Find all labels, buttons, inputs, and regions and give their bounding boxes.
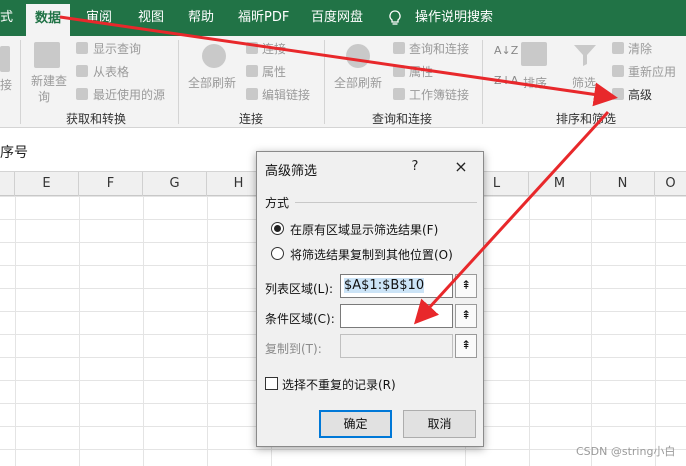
sort-dialog-icon — [521, 42, 547, 66]
group-separator — [20, 40, 21, 124]
connections-button[interactable]: 连接 — [262, 40, 286, 57]
queries-connections-icon — [393, 42, 405, 54]
gridline — [207, 196, 208, 466]
group-label-queries: 查询和连接 — [372, 112, 433, 126]
gridline — [529, 196, 530, 466]
properties-icon — [393, 65, 405, 77]
clear-filter-icon — [612, 42, 624, 54]
column-header-n[interactable]: N — [591, 172, 655, 196]
group-label-connections: 连接 — [239, 112, 264, 126]
sort-button[interactable]: 排序 — [523, 74, 547, 91]
advanced-filter-dialog: 高级筛选 ? × 方式 在原有区域显示筛选结果(F) 将筛选结果复制到其他位置(… — [256, 151, 484, 447]
radio-selected-dot — [274, 225, 281, 232]
connections-icon — [246, 42, 258, 54]
tab-review[interactable]: 审阅 — [86, 0, 112, 36]
section-divider — [295, 202, 477, 203]
gridline — [655, 196, 656, 466]
group-separator — [482, 40, 483, 124]
new-query-button[interactable]: 新建查 — [31, 72, 67, 89]
clear-button[interactable]: 清除 — [628, 40, 652, 57]
group-separator — [178, 40, 179, 124]
watermark: CSDN @string小白 — [576, 445, 676, 458]
column-header-o[interactable]: O — [655, 172, 686, 196]
gridline — [591, 196, 592, 466]
new-query-button-line2[interactable]: 询 — [38, 88, 50, 105]
unique-records-checkbox[interactable] — [265, 377, 278, 390]
copy-to-collapse-button[interactable]: ⇞ — [455, 334, 477, 358]
refresh-all-icon — [202, 44, 226, 68]
edit-links-icon — [246, 88, 258, 100]
query-properties-button[interactable]: 属性 — [409, 63, 433, 80]
workbook-links-icon — [393, 88, 405, 100]
column-header-g[interactable]: G — [143, 172, 207, 196]
tab-data[interactable]: 数据 — [26, 4, 71, 36]
partial-button-label[interactable]: 接 — [0, 76, 12, 93]
reapply-icon — [612, 65, 624, 77]
advanced-button[interactable]: 高级 — [628, 86, 652, 103]
new-query-icon — [34, 42, 60, 68]
refresh-all-icon — [346, 44, 370, 68]
formula-bar-content[interactable]: 序号 — [0, 142, 28, 162]
dialog-title: 高级筛选 — [265, 164, 318, 179]
properties-icon — [246, 65, 258, 77]
filter-icon — [572, 42, 598, 71]
column-header-f[interactable]: F — [79, 172, 143, 196]
filter-button[interactable]: 筛选 — [572, 74, 596, 91]
copy-to-label: 复制到(T): — [265, 342, 322, 356]
from-table-icon — [76, 65, 88, 77]
ok-button[interactable]: 确定 — [319, 410, 392, 438]
criteria-range-collapse-button[interactable]: ⇞ — [455, 304, 477, 328]
gridline — [79, 196, 80, 466]
refresh-all-button-2[interactable]: 全部刷新 — [334, 74, 382, 91]
queries-connections-button[interactable]: 查询和连接 — [409, 40, 469, 57]
recent-sources-button[interactable]: 最近使用的源 — [93, 86, 165, 103]
refresh-all-button[interactable]: 全部刷新 — [188, 74, 236, 91]
ribbon-data: 接 新建查 询 显示查询 从表格 最近使用的源 获取和转换 全部刷新 连接 属性… — [0, 36, 686, 128]
column-header-e[interactable]: E — [15, 172, 79, 196]
tab-help[interactable]: 帮助 — [188, 0, 214, 36]
group-label-sort-filter: 排序和筛选 — [556, 112, 617, 126]
help-button[interactable]: ? — [403, 156, 427, 178]
criteria-range-label: 条件区域(C): — [265, 312, 335, 326]
list-range-input[interactable]: $A$1:$B$10 — [340, 274, 453, 298]
tab-baidu-netdisk[interactable]: 百度网盘 — [311, 0, 363, 36]
ribbon-tab-bar: 式 数据 审阅 视图 帮助 福昕PDF 百度网盘 操作说明搜索 — [0, 0, 686, 36]
advanced-filter-icon — [612, 88, 624, 100]
workbook-links-button[interactable]: 工作簿链接 — [409, 86, 469, 103]
tab-formulas-partial[interactable]: 式 — [0, 0, 13, 36]
reapply-button[interactable]: 重新应用 — [628, 63, 676, 80]
criteria-range-input[interactable] — [340, 304, 453, 328]
tab-foxit-pdf[interactable]: 福昕PDF — [238, 0, 289, 36]
show-queries-icon — [76, 42, 88, 54]
show-queries-button[interactable]: 显示查询 — [93, 40, 141, 57]
list-range-label: 列表区域(L): — [265, 282, 334, 296]
list-range-value: $A$1:$B$10 — [344, 278, 425, 293]
radio-copy-to-location[interactable] — [271, 247, 284, 260]
edit-links-button[interactable]: 编辑链接 — [262, 86, 310, 103]
lightbulb-icon — [389, 10, 401, 26]
tab-view[interactable]: 视图 — [138, 0, 164, 36]
column-header[interactable] — [0, 172, 15, 196]
sort-az-icon[interactable]: A↓Z — [494, 44, 518, 57]
group-separator — [324, 40, 325, 124]
gridline — [143, 196, 144, 466]
properties-button[interactable]: 属性 — [262, 63, 286, 80]
from-table-button[interactable]: 从表格 — [93, 63, 129, 80]
unique-records-label[interactable]: 选择不重复的记录(R) — [282, 376, 396, 393]
radio-filter-in-place[interactable] — [271, 222, 284, 235]
recent-sources-icon — [76, 88, 88, 100]
tell-me-search[interactable]: 操作说明搜索 — [415, 0, 493, 36]
close-button[interactable]: × — [449, 156, 473, 178]
radio-filter-in-place-label[interactable]: 在原有区域显示筛选结果(F) — [290, 221, 438, 238]
gridline — [15, 196, 16, 466]
copy-to-input[interactable] — [340, 334, 453, 358]
group-label-get-transform: 获取和转换 — [66, 112, 127, 126]
sort-za-icon[interactable]: Z↓A — [494, 74, 518, 87]
column-header-m[interactable]: M — [529, 172, 591, 196]
list-range-collapse-button[interactable]: ⇞ — [455, 274, 477, 298]
radio-copy-to-location-label[interactable]: 将筛选结果复制到其他位置(O) — [290, 246, 453, 263]
cancel-button[interactable]: 取消 — [403, 410, 476, 438]
data-source-icon — [0, 46, 10, 72]
action-section-label: 方式 — [265, 196, 290, 210]
